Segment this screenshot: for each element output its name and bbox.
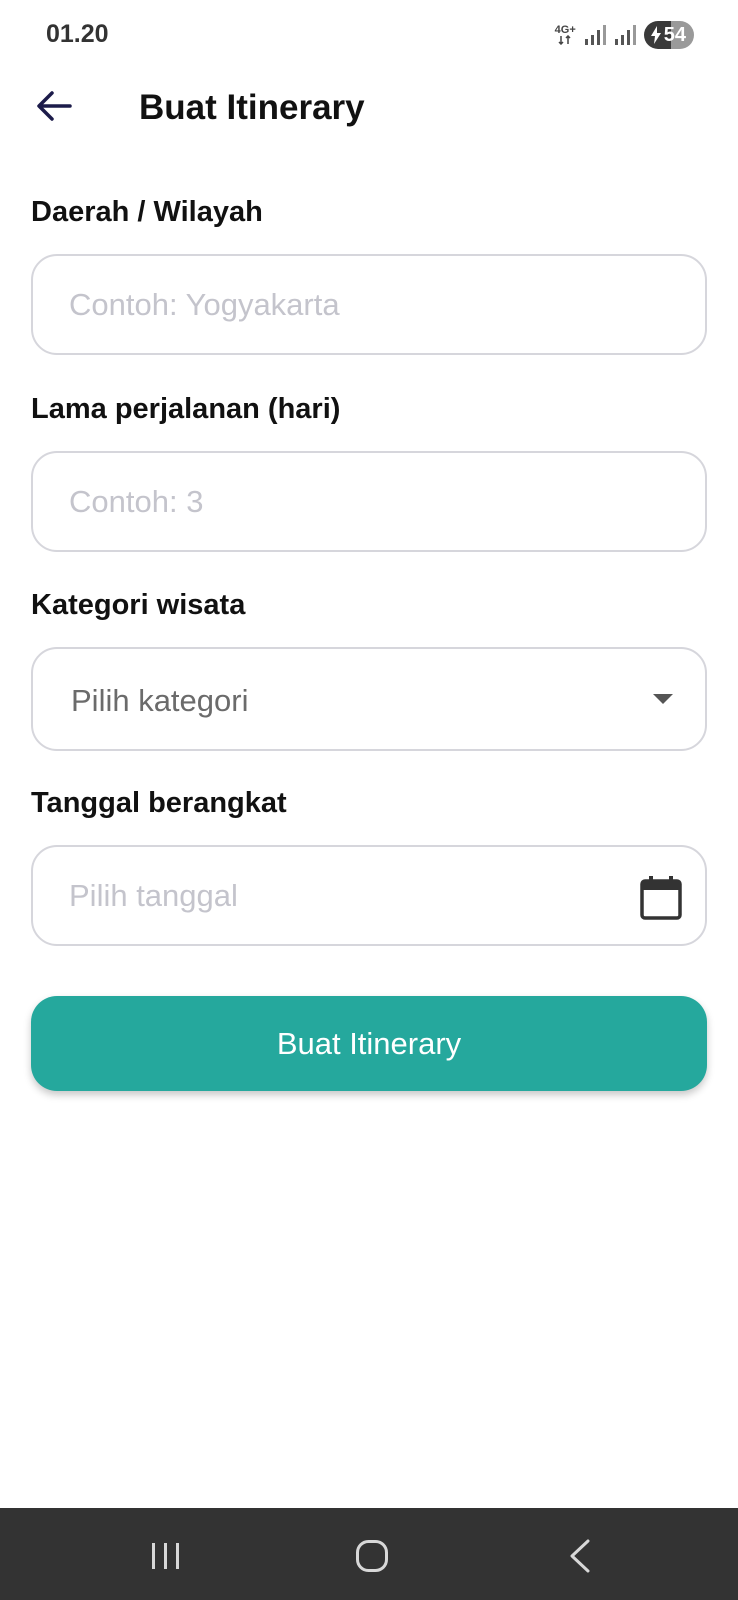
calendar-icon[interactable] — [639, 875, 683, 921]
page-title: Buat Itinerary — [139, 88, 365, 127]
duration-input[interactable] — [69, 453, 659, 550]
date-label: Tanggal berangkat — [31, 787, 287, 819]
create-itinerary-button[interactable]: Buat Itinerary — [31, 996, 707, 1091]
date-input[interactable] — [69, 847, 629, 944]
status-bar: 01.20 4G+ 54 — [0, 0, 738, 70]
category-selected: Pilih kategori — [71, 683, 249, 718]
signal-icon — [584, 25, 606, 45]
back-button[interactable] — [30, 82, 78, 130]
duration-field[interactable] — [31, 451, 707, 552]
duration-label: Lama perjalanan (hari) — [31, 393, 341, 425]
signal-icon — [614, 25, 636, 45]
home-icon — [356, 1540, 388, 1572]
region-input[interactable] — [69, 256, 659, 353]
bolt-icon — [650, 26, 661, 44]
network-4g-icon: 4G+ — [555, 25, 576, 45]
status-time: 01.20 — [46, 20, 109, 48]
region-field[interactable] — [31, 254, 707, 355]
status-icons: 4G+ 54 — [555, 20, 694, 50]
battery-level: 54 — [663, 23, 686, 46]
data-arrows-icon — [558, 35, 571, 45]
system-back-button[interactable] — [558, 1534, 602, 1578]
arrow-left-icon — [37, 91, 72, 121]
region-label: Daerah / Wilayah — [31, 196, 263, 228]
date-field[interactable] — [31, 845, 707, 946]
back-icon — [570, 1539, 590, 1573]
recent-apps-button[interactable] — [144, 1534, 188, 1578]
category-label: Kategori wisata — [31, 589, 246, 621]
home-button[interactable] — [350, 1534, 394, 1578]
category-dropdown[interactable]: Pilih kategori — [31, 647, 707, 751]
recent-apps-icon — [152, 1543, 179, 1569]
app-bar: Buat Itinerary — [0, 70, 738, 150]
battery-charging-icon: 54 — [643, 21, 694, 49]
network-label: 4G+ — [554, 24, 576, 36]
navigation-bar — [0, 1508, 738, 1600]
caret-down-icon — [653, 694, 673, 704]
